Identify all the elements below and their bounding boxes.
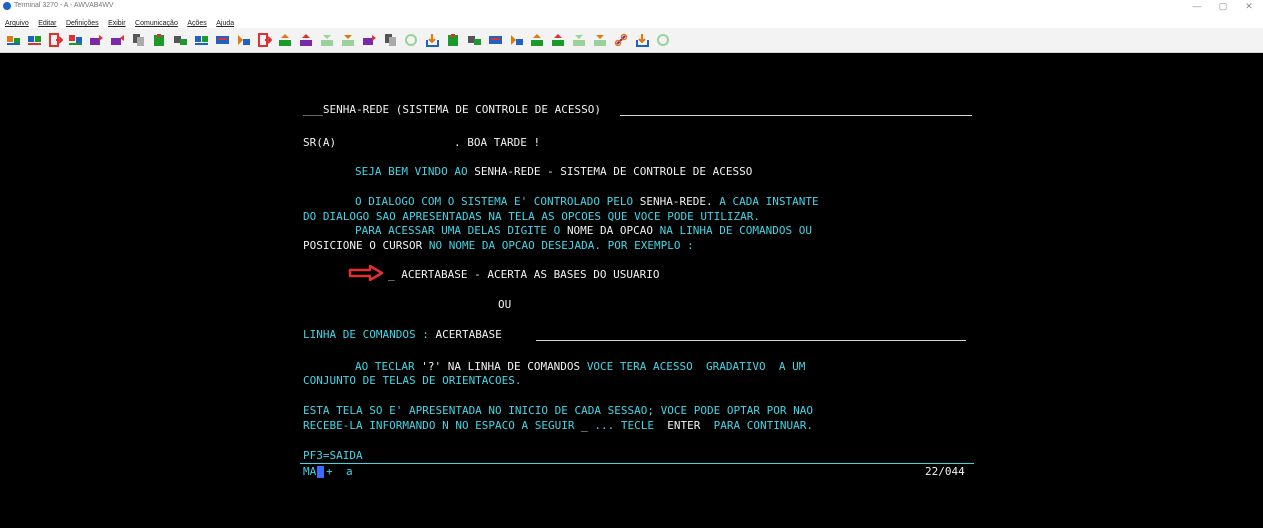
- terminal-screen: ___SENHA-REDE (SISTEMA DE CONTROLE DE AC…: [0, 53, 1263, 528]
- toolbar: [0, 28, 1263, 53]
- refresh-icon[interactable]: [404, 33, 419, 47]
- command-field-underline[interactable]: [536, 340, 966, 341]
- tool4-icon[interactable]: [593, 33, 608, 47]
- p3-text-a: PARA ACESSAR UMA DELAS DIGITE O: [355, 224, 561, 237]
- command-line: LINHA DE COMANDOS : ACERTABASE: [303, 328, 502, 341]
- screen-header: ___SENHA-REDE (SISTEMA DE CONTROLE DE AC…: [303, 103, 602, 116]
- save-icon[interactable]: [425, 33, 440, 47]
- paragraph-line-5: AO TECLAR '?' NA LINHA DE COMANDOS VOCE …: [355, 360, 805, 373]
- status-a: a: [346, 465, 353, 478]
- macro-icon[interactable]: [194, 33, 209, 47]
- p3-text-b: NOME DA OPCAO: [566, 224, 654, 237]
- status-plus: +: [326, 465, 333, 478]
- paragraph-line-1: O DIALOGO COM O SISTEMA E' CONTROLADO PE…: [355, 195, 819, 208]
- greeting-suffix: . BOA TARDE !: [454, 136, 541, 149]
- p3-text-c: NA LINHA DE COMANDOS OU: [659, 224, 812, 237]
- welcome-text-a: SEJA BEM VINDO AO: [355, 165, 468, 178]
- clear-icon[interactable]: [236, 33, 251, 47]
- download-icon[interactable]: [320, 33, 335, 47]
- example-option[interactable]: _ ACERTABASE - ACERTA AS BASES DO USUARI…: [388, 268, 660, 281]
- disconnect-icon[interactable]: [27, 33, 42, 47]
- title-bar: Terminal 3270 - A - AWVAB4WV — ▢ ✕: [0, 0, 1263, 12]
- paragraph-line-7: ESTA TELA SO E' APRESENTADA NO INICIO DE…: [303, 404, 813, 417]
- save2-icon[interactable]: [635, 33, 650, 47]
- skip-screen-input[interactable]: _: [581, 419, 588, 432]
- paste2-icon[interactable]: [446, 33, 461, 47]
- p5-text-c: VOCE TERA ACESSO GRADATIVO A UM: [586, 360, 806, 373]
- exit-icon[interactable]: [48, 33, 63, 47]
- paragraph-line-6: CONJUNTO DE TELAS DE ORIENTACOES.: [303, 374, 522, 387]
- copy2-icon[interactable]: [383, 33, 398, 47]
- cursor-block: [317, 466, 324, 478]
- refresh2-icon[interactable]: [656, 33, 671, 47]
- p8-text-a: RECEBE-LA INFORMANDO N NO ESPACO A SEGUI…: [303, 419, 575, 432]
- link-icon[interactable]: [467, 33, 482, 47]
- copy-icon[interactable]: [131, 33, 146, 47]
- clear2-icon[interactable]: [509, 33, 524, 47]
- p1-text-b: SENHA-REDE.: [639, 195, 713, 208]
- tool3-icon[interactable]: [572, 33, 587, 47]
- session-icon[interactable]: [68, 33, 83, 47]
- command-label: LINHA DE COMANDOS :: [303, 328, 429, 341]
- paragraph-line-8: RECEBE-LA INFORMANDO N NO ESPACO A SEGUI…: [303, 419, 813, 432]
- transfer-icon[interactable]: [362, 33, 377, 47]
- command-input[interactable]: ACERTABASE: [435, 328, 501, 341]
- upload2-icon[interactable]: [299, 33, 314, 47]
- red-arrow-icon: [348, 265, 384, 281]
- exit2-icon[interactable]: [257, 33, 272, 47]
- p5-text-a: AO TECLAR: [355, 360, 415, 373]
- ou-text: OU: [498, 298, 512, 311]
- paragraph-line-3: PARA ACESSAR UMA DELAS DIGITE O NOME DA …: [355, 224, 812, 237]
- print-icon[interactable]: [173, 33, 188, 47]
- status-ma: MA: [303, 465, 317, 478]
- p8-text-b: ... TECLE: [594, 419, 655, 432]
- send-icon[interactable]: [89, 33, 104, 47]
- p4-text-a: POSICIONE O CURSOR: [303, 239, 423, 252]
- pf3-key-label[interactable]: PF3=SAIDA: [303, 449, 363, 462]
- welcome-line: SEJA BEM VINDO AO SENHA-REDE - SISTEMA D…: [355, 165, 752, 178]
- receive-icon[interactable]: [110, 33, 125, 47]
- p4-text-b: NO NOME DA OPCAO DESEJADA. POR EXEMPLO :: [428, 239, 694, 252]
- welcome-text-b: SENHA-REDE - SISTEMA DE CONTROLE DE ACES…: [474, 165, 753, 178]
- p8-text-d: PARA CONTINUAR.: [713, 419, 813, 432]
- p5-text-b: '?' NA LINHA DE COMANDOS: [421, 360, 581, 373]
- paragraph-line-4: POSICIONE O CURSOR NO NOME DA OPCAO DESE…: [303, 239, 694, 252]
- p1-text-c: A CADA INSTANTE: [719, 195, 819, 208]
- paste-icon[interactable]: [152, 33, 167, 47]
- minimize-button[interactable]: —: [1184, 0, 1210, 12]
- tool-icon[interactable]: [530, 33, 545, 47]
- cursor-position: 22/044: [925, 465, 965, 478]
- keyboard2-icon[interactable]: [488, 33, 503, 47]
- paragraph-line-2: DO DIALOGO SAO APRESENTADAS NA TELA AS O…: [303, 210, 760, 223]
- maximize-button[interactable]: ▢: [1210, 0, 1236, 12]
- status-separator: [300, 463, 974, 464]
- keyboard-icon[interactable]: [215, 33, 230, 47]
- download2-icon[interactable]: [341, 33, 356, 47]
- window-title: Terminal 3270 - A - AWVAB4WV: [14, 2, 114, 9]
- link2-icon[interactable]: [614, 33, 629, 47]
- p8-text-c: ENTER: [667, 419, 701, 432]
- upload-icon[interactable]: [278, 33, 293, 47]
- greeting-prefix: SR(A): [303, 136, 337, 149]
- tool2-icon[interactable]: [551, 33, 566, 47]
- menu-bar: Arquivo Editar Definições Exibir Comunic…: [0, 12, 1263, 28]
- close-button[interactable]: ✕: [1236, 0, 1262, 12]
- terminal-app-icon: [3, 2, 11, 10]
- connect-icon[interactable]: [6, 33, 21, 47]
- header-underline: [620, 115, 972, 116]
- p1-text-a: O DIALOGO COM O SISTEMA E' CONTROLADO PE…: [355, 195, 634, 208]
